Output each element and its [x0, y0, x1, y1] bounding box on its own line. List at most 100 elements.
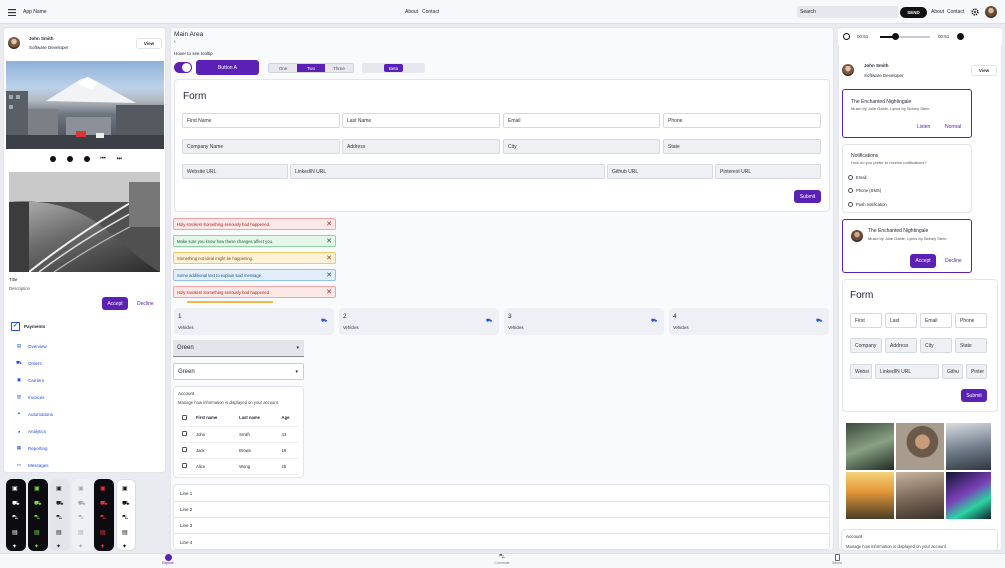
- nav-item-analytics[interactable]: ◕ Analytics: [16, 428, 46, 434]
- stat-card[interactable]: [174, 308, 334, 335]
- website-url-field[interactable]: Website URL: [182, 164, 288, 179]
- segment-three[interactable]: Three: [325, 64, 353, 72]
- select-all-checkbox[interactable]: [182, 414, 187, 420]
- address-field[interactable]: Address: [342, 139, 500, 154]
- nav-header[interactable]: ✓ Payments: [11, 322, 45, 331]
- nav-item-carriers[interactable]: ▣ Carriers: [16, 377, 44, 383]
- submit-button[interactable]: Submit: [961, 389, 987, 402]
- github-url-field[interactable]: Github URL: [607, 164, 713, 179]
- gallery-image[interactable]: [946, 472, 991, 519]
- color-select[interactable]: Green ▾: [173, 340, 304, 357]
- row-checkbox[interactable]: [182, 447, 187, 452]
- nav-item-invoices[interactable]: ▥ Invoices: [16, 394, 45, 400]
- close-icon[interactable]: ✕: [326, 271, 332, 280]
- avatar[interactable]: [985, 6, 997, 18]
- bottom-nav-explore[interactable]: Explore: [158, 554, 178, 568]
- radio-button[interactable]: [848, 188, 853, 193]
- city-field[interactable]: City: [920, 338, 952, 353]
- city-field[interactable]: City: [503, 139, 660, 154]
- toggle-switch[interactable]: [174, 62, 192, 73]
- nav-link-about[interactable]: About: [405, 9, 418, 15]
- segment-one[interactable]: One: [269, 64, 297, 72]
- right-link-about[interactable]: About: [931, 9, 944, 15]
- beta-chip[interactable]: Beta: [384, 64, 403, 72]
- nav-item-orders[interactable]: ⛟ Orders: [16, 360, 42, 366]
- view-button[interactable]: View: [136, 38, 162, 49]
- bottom-nav-saved[interactable]: Saved: [827, 554, 847, 568]
- row-checkbox[interactable]: [182, 431, 187, 436]
- github-field[interactable]: Githu: [942, 364, 963, 379]
- menu-icon[interactable]: [8, 8, 16, 16]
- audio-seek-slider[interactable]: [880, 33, 930, 40]
- nav-item-messages[interactable]: ▭ Messages: [16, 462, 49, 468]
- first-name-field[interactable]: First Name: [182, 113, 340, 128]
- stat-card[interactable]: [504, 308, 664, 335]
- right-link-contact[interactable]: Contact: [947, 9, 964, 15]
- table-row[interactable]: John Smith 43: [178, 426, 298, 443]
- state-field[interactable]: State: [955, 338, 987, 353]
- stat-card[interactable]: [669, 308, 829, 335]
- nav-item-automations[interactable]: ✦ Automations: [16, 411, 53, 417]
- radio-push[interactable]: Push notification: [848, 202, 887, 207]
- close-icon[interactable]: ✕: [326, 254, 332, 263]
- decline-button[interactable]: Decline: [945, 258, 962, 264]
- list-item[interactable]: Line 4: [173, 534, 830, 550]
- first-field[interactable]: First: [850, 313, 882, 328]
- list-item[interactable]: Line 1: [173, 486, 830, 502]
- state-field[interactable]: State: [663, 139, 821, 154]
- radio-email[interactable]: Email: [848, 175, 866, 180]
- seek-knob[interactable]: [891, 33, 899, 40]
- button-a[interactable]: Button A: [196, 60, 259, 75]
- view-button[interactable]: View: [971, 65, 997, 76]
- segment-two[interactable]: Two: [297, 64, 325, 72]
- play-icon[interactable]: [50, 156, 56, 162]
- decline-button[interactable]: Decline: [137, 301, 154, 307]
- nav-link-contact[interactable]: Contact: [422, 9, 439, 15]
- gallery-image[interactable]: [846, 423, 894, 470]
- submit-button[interactable]: Submit: [794, 190, 821, 203]
- accept-button[interactable]: Accept: [910, 254, 936, 268]
- list-item[interactable]: Line 3: [173, 518, 830, 534]
- row-checkbox[interactable]: [182, 463, 187, 468]
- close-icon[interactable]: ✕: [326, 288, 332, 297]
- radio-button[interactable]: [848, 202, 853, 207]
- pinterest-url-field[interactable]: Pinterest URL: [715, 164, 821, 179]
- table-row[interactable]: Jack Brown 19: [178, 442, 298, 459]
- gallery-image[interactable]: [846, 472, 894, 519]
- skip-next-icon[interactable]: ⏭: [117, 156, 122, 163]
- linkedin-field[interactable]: LinkedIN URL: [875, 364, 939, 379]
- send-button[interactable]: SEND: [900, 7, 927, 18]
- stop-icon[interactable]: [83, 156, 90, 162]
- address-field[interactable]: Address: [885, 338, 917, 353]
- tooltip-hint[interactable]: Hover to see tooltip: [174, 51, 213, 56]
- nav-item-reporting[interactable]: ▦ Reporting: [16, 445, 48, 451]
- list-item[interactable]: Line 2: [173, 502, 830, 518]
- listen-button[interactable]: Listen: [917, 124, 930, 130]
- pinterest-field[interactable]: Pinter: [966, 364, 987, 379]
- gear-icon[interactable]: [971, 8, 979, 16]
- radio-button[interactable]: [848, 175, 853, 180]
- linkedin-url-field[interactable]: LinkedIN URL: [290, 164, 605, 179]
- normal-button[interactable]: Normal: [945, 124, 961, 130]
- breadcrumb[interactable]: ‹: [174, 39, 176, 45]
- color-select-outlined[interactable]: Green ▾: [173, 363, 304, 380]
- radio-sms[interactable]: Phone (SMS): [848, 188, 881, 193]
- gallery-image[interactable]: [896, 472, 944, 519]
- phone-field[interactable]: Phone: [955, 313, 987, 328]
- gallery-image[interactable]: [896, 423, 944, 470]
- company-field[interactable]: Company: [850, 338, 882, 353]
- pause-icon[interactable]: [66, 156, 73, 162]
- email-field[interactable]: Email: [503, 113, 660, 128]
- nav-item-overview[interactable]: ▤ Overview: [16, 343, 47, 349]
- table-row[interactable]: Alice Wong 25: [178, 458, 298, 475]
- accept-button[interactable]: Accept: [102, 297, 128, 310]
- close-icon[interactable]: ✕: [326, 237, 332, 246]
- close-icon[interactable]: ✕: [326, 220, 332, 229]
- last-field[interactable]: Last: [885, 313, 917, 328]
- stat-card[interactable]: [339, 308, 499, 335]
- search-input[interactable]: Search: [797, 6, 898, 18]
- email-field[interactable]: Email: [920, 313, 952, 328]
- company-name-field[interactable]: Company Name: [182, 139, 340, 154]
- skip-previous-icon[interactable]: ⏮: [100, 156, 105, 163]
- last-name-field[interactable]: Last Name: [342, 113, 500, 128]
